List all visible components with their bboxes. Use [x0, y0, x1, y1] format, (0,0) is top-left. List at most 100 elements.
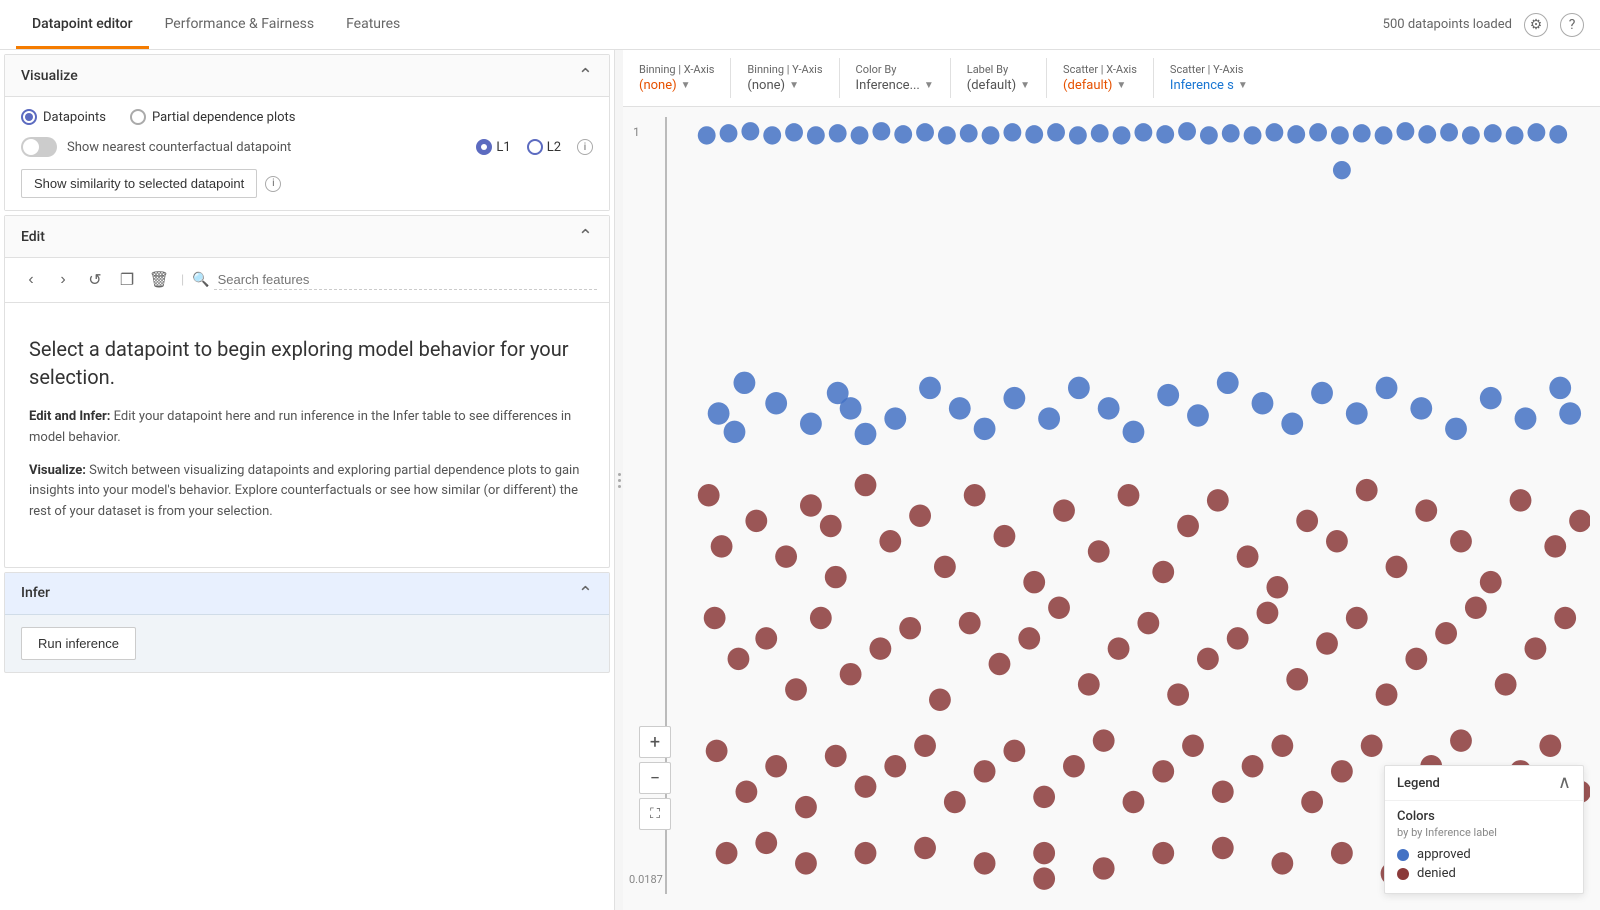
resizer-handle — [618, 473, 621, 488]
l1-button[interactable]: L1 — [476, 139, 510, 155]
fit-view-button[interactable]: ⛶ — [639, 798, 671, 830]
tab-performance-fairness[interactable]: Performance & Fairness — [149, 2, 331, 49]
settings-icon[interactable]: ⚙ — [1524, 13, 1548, 37]
infer-title: Infer — [21, 585, 50, 601]
divider-3 — [950, 58, 951, 98]
radio-partial-dependence-circle — [130, 109, 146, 125]
binning-y-select[interactable]: (none) ▼ — [747, 78, 822, 93]
legend-title: Legend — [1397, 776, 1440, 791]
edit-header[interactable]: Edit ⌃ — [5, 216, 609, 258]
datapoints-loaded-text: 500 datapoints loaded — [1383, 17, 1512, 32]
visualize-title: Visualize — [21, 68, 78, 84]
similarity-info-icon[interactable]: i — [265, 176, 281, 192]
nav-right: 500 datapoints loaded ⚙ ? — [1383, 13, 1584, 37]
binning-y-dropdown[interactable]: Binning | Y-Axis (none) ▼ — [747, 63, 822, 93]
color-by-label: Color By — [856, 63, 934, 76]
search-features-input[interactable] — [214, 270, 597, 290]
scatter-x-label: Scatter | X-Axis — [1063, 63, 1137, 76]
binning-y-label: Binning | Y-Axis — [747, 63, 822, 76]
help-icon[interactable]: ? — [1560, 13, 1584, 37]
label-by-select[interactable]: (default) ▼ — [967, 78, 1030, 93]
zoom-in-button[interactable]: + — [639, 726, 671, 758]
copy-button[interactable]: ❐ — [113, 266, 141, 294]
label-by-dropdown[interactable]: Label By (default) ▼ — [967, 63, 1030, 93]
visualize-bold: Visualize: — [29, 463, 86, 478]
legend-colors-subtitle: by by Inference label — [1397, 826, 1571, 839]
legend-content: Colors by by Inference label approved de… — [1385, 801, 1583, 893]
infer-section: Infer ⌃ Run inference — [4, 572, 610, 673]
edit-content: Select a datapoint to begin exploring mo… — [5, 303, 609, 567]
visualize-text: Switch between visualizing datapoints an… — [29, 463, 579, 520]
delete-button[interactable]: 🗑 — [145, 266, 173, 294]
l2-button[interactable]: L2 — [527, 139, 561, 155]
l2-circle — [527, 139, 543, 155]
main-layout: Visualize ⌃ Datapoints Partial dependenc… — [0, 50, 1600, 910]
edit-section: Edit ⌃ ‹ › ↺ ❐ 🗑 | 🔍 Select a datapoint … — [4, 215, 610, 568]
scatter-x-select[interactable]: (default) ▼ — [1063, 78, 1137, 93]
history-button[interactable]: ↺ — [81, 266, 109, 294]
radio-datapoints-circle — [21, 109, 37, 125]
visualize-header[interactable]: Visualize ⌃ — [5, 55, 609, 97]
l1-circle — [476, 139, 492, 155]
radio-datapoints[interactable]: Datapoints — [21, 109, 106, 125]
search-icon: 🔍 — [192, 272, 209, 288]
legend-header: Legend ∧ — [1385, 766, 1583, 801]
tab-features[interactable]: Features — [330, 2, 416, 49]
counterfactual-toggle-row: Show nearest counterfactual datapoint L1… — [21, 137, 593, 157]
edit-collapse-icon: ⌃ — [578, 226, 593, 247]
label-by-arrow: ▼ — [1020, 80, 1030, 91]
redo-button[interactable]: › — [49, 266, 77, 294]
run-inference-button[interactable]: Run inference — [21, 627, 136, 660]
infer-collapse-icon: ⌃ — [578, 583, 593, 604]
left-panel: Visualize ⌃ Datapoints Partial dependenc… — [0, 50, 615, 910]
similarity-button[interactable]: Show similarity to selected datapoint — [21, 169, 257, 198]
undo-button[interactable]: ‹ — [17, 266, 45, 294]
panel-resizer[interactable] — [615, 50, 623, 910]
divider-4 — [1046, 58, 1047, 98]
y-axis-bottom-label: 0.0187 — [629, 873, 663, 886]
legend-colors-title: Colors — [1397, 809, 1571, 824]
legend-dot-approved — [1397, 849, 1409, 861]
l-info-icon[interactable]: i — [577, 139, 593, 155]
scatter-x-arrow: ▼ — [1116, 80, 1126, 91]
color-by-select[interactable]: Inference... ▼ — [856, 78, 934, 93]
color-by-dropdown[interactable]: Color By Inference... ▼ — [856, 63, 934, 93]
binning-x-select[interactable]: (none) ▼ — [639, 78, 714, 93]
chart-area: 1 0.0187 — [623, 107, 1600, 910]
legend-panel: Legend ∧ Colors by by Inference label ap… — [1384, 765, 1584, 894]
legend-label-approved: approved — [1417, 847, 1471, 862]
zoom-controls: + − ⛶ — [639, 726, 671, 830]
binning-y-arrow: ▼ — [789, 80, 799, 91]
edit-toolbar: ‹ › ↺ ❐ 🗑 | 🔍 — [5, 258, 609, 303]
visualize-section: Visualize ⌃ Datapoints Partial dependenc… — [4, 54, 610, 211]
scatter-y-dropdown[interactable]: Scatter | Y-Axis Inference s ▼ — [1170, 63, 1248, 93]
divider-2 — [839, 58, 840, 98]
divider-5 — [1153, 58, 1154, 98]
binning-x-dropdown[interactable]: Binning | X-Axis (none) ▼ — [639, 63, 714, 93]
scatter-y-arrow: ▼ — [1238, 80, 1248, 91]
legend-dot-denied — [1397, 868, 1409, 880]
binning-x-arrow: ▼ — [681, 80, 691, 91]
infer-header[interactable]: Infer ⌃ — [5, 573, 609, 615]
legend-label-denied: denied — [1417, 866, 1456, 881]
legend-item-denied: denied — [1397, 866, 1571, 881]
radio-partial-dependence[interactable]: Partial dependence plots — [130, 109, 296, 125]
divider-1 — [730, 58, 731, 98]
counterfactual-toggle[interactable] — [21, 137, 57, 157]
color-by-arrow: ▼ — [924, 80, 934, 91]
l-buttons: L1 L2 i — [476, 139, 593, 155]
zoom-out-button[interactable]: − — [639, 762, 671, 794]
radio-partial-dependence-label: Partial dependence plots — [152, 110, 296, 125]
label-by-label: Label By — [967, 63, 1030, 76]
tab-datapoint-editor[interactable]: Datapoint editor — [16, 2, 149, 49]
visualize-content: Datapoints Partial dependence plots Show… — [5, 97, 609, 210]
edit-heading: Select a datapoint to begin exploring mo… — [29, 335, 585, 391]
visualization-type-group: Datapoints Partial dependence plots — [21, 109, 593, 125]
y-axis-top-label: 1 — [633, 125, 640, 139]
legend-collapse-button[interactable]: ∧ — [1558, 774, 1571, 792]
scatter-x-dropdown[interactable]: Scatter | X-Axis (default) ▼ — [1063, 63, 1137, 93]
edit-infer-bold: Edit and Infer: — [29, 409, 110, 424]
scatter-y-select[interactable]: Inference s ▼ — [1170, 78, 1248, 93]
legend-item-approved: approved — [1397, 847, 1571, 862]
visualize-paragraph: Visualize: Switch between visualizing da… — [29, 461, 585, 523]
